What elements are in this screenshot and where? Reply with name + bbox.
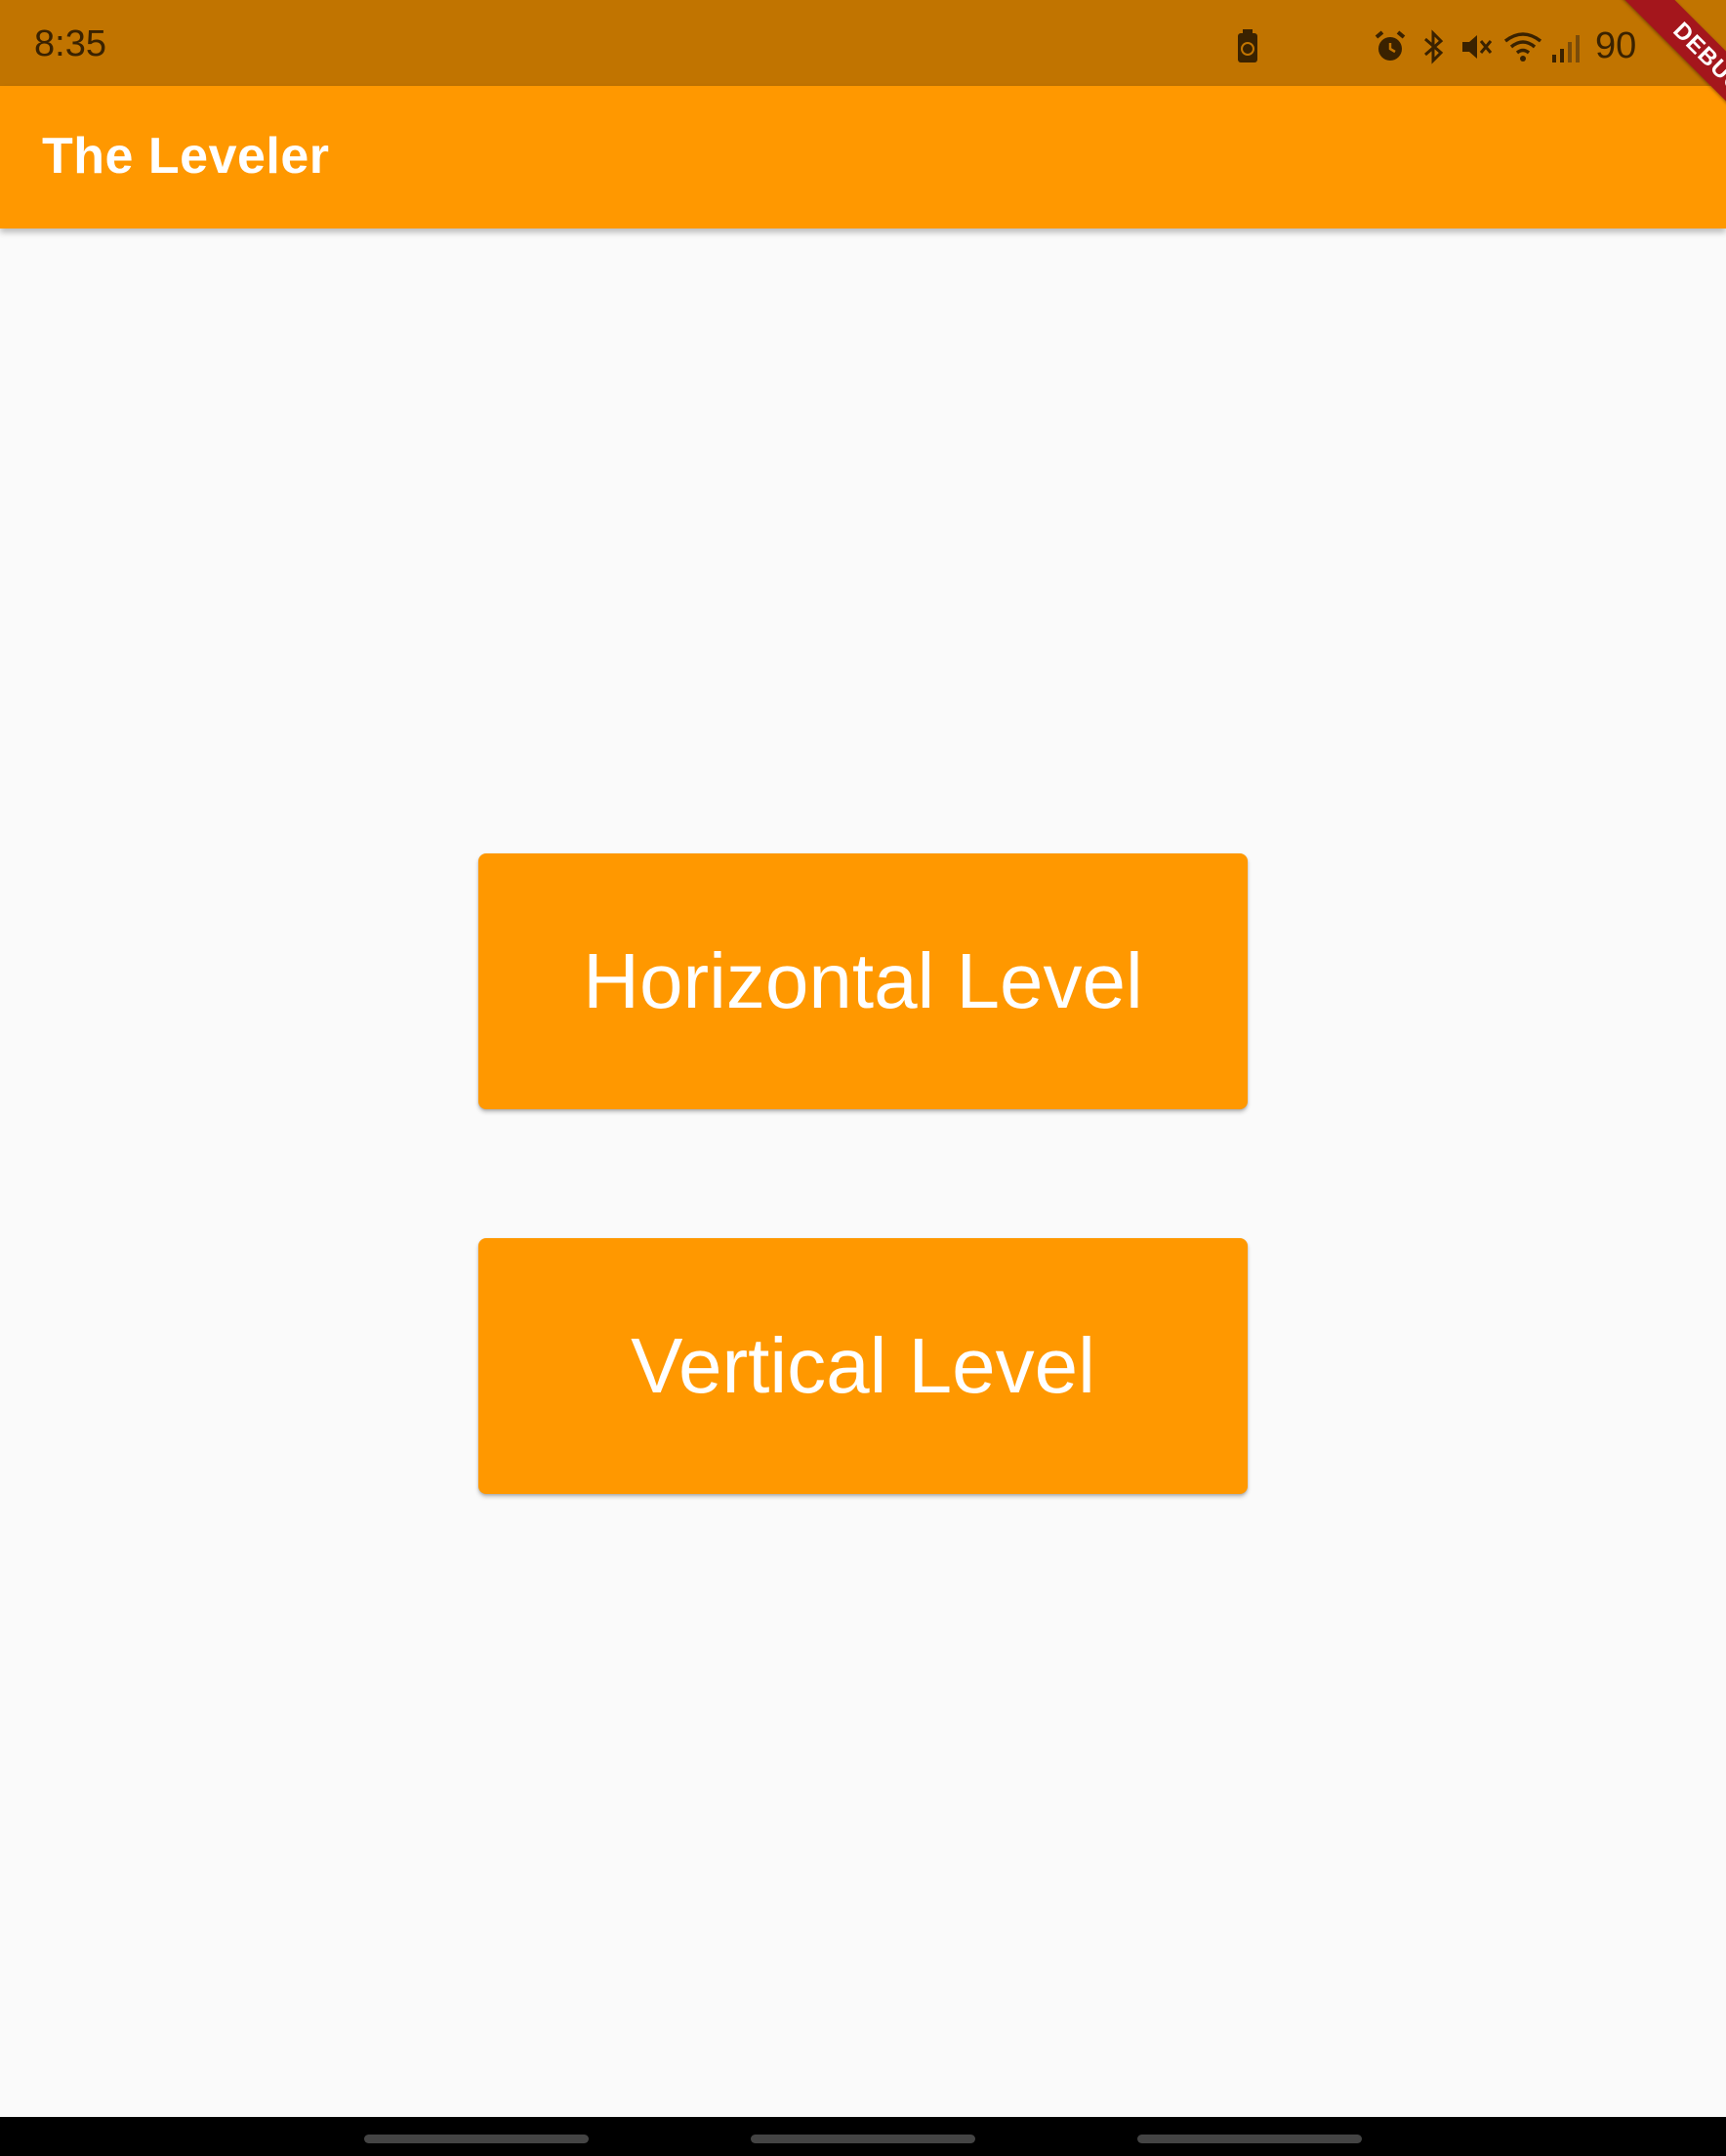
alarm-icon (1371, 27, 1410, 66)
debug-label: DEBUG (1606, 0, 1726, 156)
status-bar: 8:35 90 (0, 0, 1726, 86)
status-time: 8:35 (34, 23, 106, 64)
vertical-level-button[interactable]: Vertical Level (478, 1238, 1248, 1494)
mute-icon (1457, 27, 1496, 66)
wifi-icon (1501, 27, 1542, 66)
battery-saver-icon (1228, 27, 1267, 66)
app-title: The Leveler (42, 128, 330, 185)
horizontal-level-button[interactable]: Horizontal Level (478, 853, 1248, 1109)
app-bar: The Leveler (0, 86, 1726, 228)
nav-handle-right[interactable] (1137, 2135, 1362, 2143)
bluetooth-icon (1414, 27, 1453, 66)
debug-banner: DEBUG (1570, 0, 1726, 156)
navigation-bar (0, 2117, 1726, 2156)
nav-handle-center[interactable] (751, 2135, 975, 2143)
nav-handle-left[interactable] (364, 2135, 589, 2143)
